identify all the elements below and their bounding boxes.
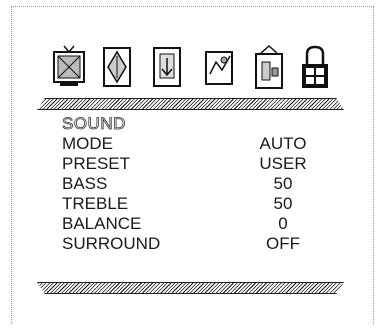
menu-item-label: TREBLE — [62, 194, 129, 213]
menu-item-label: MODE — [62, 134, 113, 153]
menu-item-treble[interactable]: TREBLE 50 — [62, 194, 352, 214]
menu-item-surround[interactable]: SURROUND OFF — [62, 234, 352, 254]
menu-item-value: AUTO — [259, 134, 307, 153]
menu-title: SOUND — [62, 114, 126, 134]
menu-item-value: 50 — [273, 174, 293, 193]
menu-separator-bottom — [37, 282, 344, 294]
menu-item-label: BALANCE — [62, 214, 142, 233]
setup-icon[interactable] — [252, 44, 286, 92]
feature-icon[interactable] — [202, 44, 236, 92]
menu-item-mode[interactable]: MODE AUTO — [62, 134, 352, 154]
tv-icon[interactable] — [52, 44, 86, 92]
menu-item-label: PRESET — [62, 154, 131, 173]
sound-menu: MODE AUTO PRESET USER BASS 50 TREBLE 50 … — [62, 134, 352, 254]
menu-item-value: OFF — [266, 234, 300, 253]
menu-item-preset[interactable]: PRESET USER — [62, 154, 352, 174]
menu-item-label: BASS — [62, 174, 108, 193]
menu-item-value: 50 — [273, 194, 293, 213]
menu-item-label: SURROUND — [62, 234, 161, 253]
menu-icon-bar — [52, 44, 332, 96]
menu-item-value: USER — [259, 154, 307, 173]
menu-item-bass[interactable]: BASS 50 — [62, 174, 352, 194]
menu-item-value: 0 — [278, 214, 288, 233]
menu-item-balance[interactable]: BALANCE 0 — [62, 214, 352, 234]
menu-separator-top — [37, 98, 344, 110]
lock-icon[interactable] — [298, 44, 332, 92]
sound-icon[interactable] — [150, 44, 184, 92]
picture-icon[interactable] — [100, 44, 134, 92]
